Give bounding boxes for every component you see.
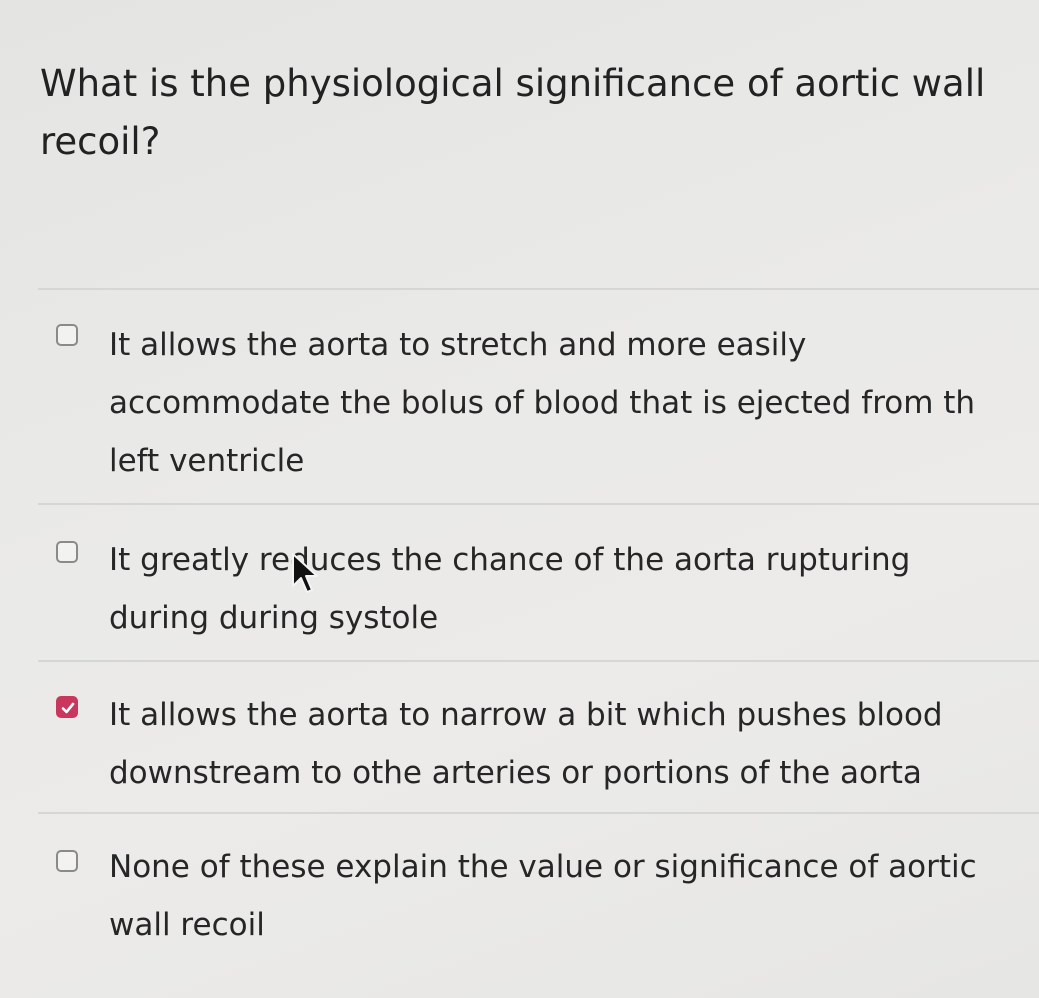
answer-option-4[interactable]: None of these explain the value or signi… <box>0 822 1039 972</box>
answer-option-2-text: It greatly reduces the chance of the aor… <box>109 542 911 636</box>
divider <box>38 812 1039 814</box>
answer-checkbox-1[interactable] <box>56 324 78 346</box>
answer-option-2[interactable]: It greatly reduces the chance of the aor… <box>0 515 1039 655</box>
divider <box>38 660 1039 662</box>
divider <box>38 503 1039 505</box>
answer-checkbox-2[interactable] <box>56 541 78 563</box>
question-text: What is the physiological significance o… <box>40 62 986 163</box>
mouse-pointer-icon <box>292 553 318 593</box>
answer-option-1[interactable]: It allows the aorta to stretch and more … <box>0 300 1039 500</box>
answer-checkbox-3[interactable] <box>56 696 78 718</box>
answer-option-3-text: It allows the aorta to narrow a bit whic… <box>109 697 943 791</box>
answer-option-4-text: None of these explain the value or signi… <box>109 849 977 943</box>
divider <box>38 288 1039 290</box>
checkmark-icon <box>61 702 75 714</box>
answer-checkbox-4[interactable] <box>56 850 78 872</box>
answer-option-3[interactable]: It allows the aorta to narrow a bit whic… <box>0 670 1039 810</box>
answer-option-1-text: It allows the aorta to stretch and more … <box>109 327 976 479</box>
